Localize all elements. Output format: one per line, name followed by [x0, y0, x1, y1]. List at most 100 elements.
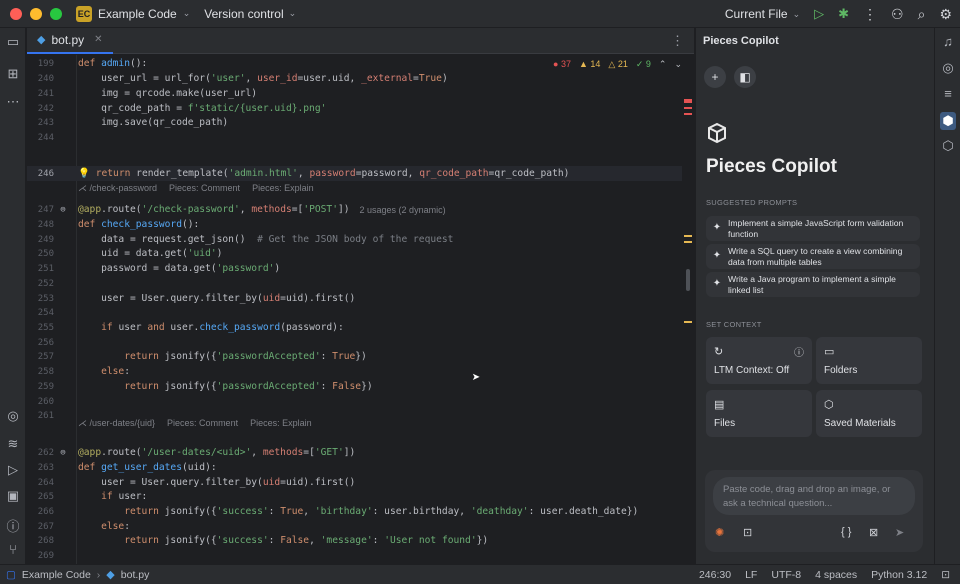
code-line[interactable]: 259 return jsonify({'passwordAccepted': … [27, 379, 682, 394]
code-line[interactable]: 244 [27, 130, 682, 145]
code-line[interactable]: 268 return jsonify({'success': False, 'm… [27, 533, 682, 548]
warning-mark[interactable] [684, 321, 692, 323]
route-hint[interactable]: ⋌ /user-dates/{uid} [78, 418, 155, 429]
code-line[interactable]: 253 user = User.query.filter_by(uid=uid)… [27, 291, 682, 306]
code-line[interactable]: 266 return jsonify({'success': True, 'bi… [27, 504, 682, 519]
vertical-scrollbar[interactable] [686, 269, 690, 291]
debug-icon[interactable]: ✱ [838, 6, 849, 22]
context-icon[interactable]: ⊡ [743, 526, 752, 539]
more-actions-icon[interactable]: ⋮ [863, 6, 877, 23]
image-text-icon[interactable]: ⊠ [869, 526, 878, 539]
terminal-icon[interactable]: ▣ [5, 488, 21, 504]
code-line[interactable]: 255 if user and user.check_password(pass… [27, 320, 682, 335]
code-line[interactable]: 247 ⊜ @app.route('/check-password', method… [27, 202, 682, 217]
warning-mark[interactable] [684, 235, 692, 237]
code-line[interactable]: 256 [27, 335, 682, 350]
info-icon[interactable]: ⓘ [794, 344, 804, 359]
add-user-icon[interactable]: ⚇ [891, 6, 904, 23]
code-line[interactable]: 267 else: [27, 519, 682, 534]
code-line[interactable]: 269 [27, 548, 682, 563]
project-selector[interactable]: EC Example Code ⌄ [76, 5, 190, 22]
notifications-bell-icon[interactable]: ♫ [940, 34, 956, 49]
project-folder-icon[interactable]: ▭ [5, 34, 21, 50]
zoom-window-button[interactable] [50, 7, 62, 20]
code-line[interactable]: 260 [27, 394, 682, 409]
search-icon[interactable]: ⌕ [918, 6, 926, 23]
code-line[interactable]: 246 💡 return render_template('admin.html'… [27, 166, 682, 181]
chevron-up-icon[interactable]: ⌃ [659, 59, 667, 70]
code-braces-icon[interactable]: { } [841, 526, 851, 538]
breadcrumb-project[interactable]: Example Code [22, 569, 91, 581]
more-tools-icon[interactable]: ⋯ [5, 94, 21, 110]
caret-position[interactable]: 246:30 [699, 569, 731, 581]
pieces-explain-action[interactable]: Pieces: Explain [252, 183, 314, 193]
close-tab-icon[interactable]: ✕ [94, 34, 102, 45]
suggested-prompt[interactable]: ✦ Implement a simple JavaScript form val… [706, 216, 920, 241]
code-line[interactable]: 248 def check_password(): [27, 217, 682, 232]
new-chat-plus-icon[interactable]: + [704, 66, 726, 88]
code-line[interactable]: 242 qr_code_path = f'static/{user.uid}.p… [27, 101, 682, 116]
saved-materials-context-card[interactable]: ⬡ Saved Materials [816, 390, 922, 437]
editor-tab[interactable]: ◆ bot.py ✕ [27, 28, 113, 54]
database-icon[interactable]: ≡ [940, 86, 956, 101]
lock-icon[interactable]: ⊡ [941, 569, 950, 581]
layers-icon[interactable]: ≋ [5, 436, 21, 452]
pieces-explain-action[interactable]: Pieces: Explain [250, 418, 312, 428]
minimize-window-button[interactable] [30, 7, 42, 20]
error-mark[interactable] [684, 107, 692, 109]
file-encoding[interactable]: UTF-8 [771, 569, 801, 581]
suggested-prompt[interactable]: ✦ Write a SQL query to create a view com… [706, 244, 920, 269]
code-line[interactable]: 263 def get_user_dates(uid): [27, 460, 682, 475]
breadcrumb-file[interactable]: bot.py [121, 569, 150, 581]
suggested-prompt[interactable]: ✦ Write a Java program to implement a si… [706, 272, 920, 297]
code-line[interactable]: 249 data = request.get_json() # Get the … [27, 232, 682, 247]
files-context-card[interactable]: ▤ Files [706, 390, 812, 437]
git-icon[interactable]: ⑂ [5, 542, 21, 557]
usages-hint[interactable]: 2 usages (2 dynamic) [350, 205, 446, 215]
chat-input[interactable]: Paste code, drag and drop an image, or a… [713, 477, 915, 515]
code-line[interactable]: 251 password = data.get('password') [27, 261, 682, 276]
code-line[interactable]: 250 uid = data.get('uid') [27, 246, 682, 261]
error-mark[interactable] [684, 113, 692, 115]
tab-options-icon[interactable]: ⋮ [671, 33, 684, 49]
chevron-down-icon[interactable]: ⌄ [674, 59, 682, 70]
settings-gear-icon[interactable]: ⚙ [939, 6, 952, 23]
code-line[interactable]: 240 user_url = url_for('user', user_id=u… [27, 71, 682, 86]
code-line[interactable]: 265 if user: [27, 489, 682, 504]
python-interpreter[interactable]: Python 3.12 [871, 569, 927, 581]
pieces-comment-action[interactable]: Pieces: Comment [169, 183, 240, 193]
error-mark[interactable] [684, 99, 692, 103]
toggle-sidebar-icon[interactable]: ◧ [734, 66, 756, 88]
code-line[interactable]: 264 user = User.query.filter_by(uid=uid)… [27, 475, 682, 490]
python-packages-icon[interactable]: ◎ [5, 408, 21, 424]
folders-context-card[interactable]: ▭ Folders [816, 337, 922, 384]
code-line[interactable]: 257 return jsonify({'passwordAccepted': … [27, 349, 682, 364]
structure-icon[interactable]: ⊞ [5, 66, 21, 82]
code-line[interactable]: 252 [27, 276, 682, 291]
model-selector-icon[interactable]: ✺ [715, 526, 724, 539]
warning-mark[interactable] [684, 241, 692, 243]
indent-setting[interactable]: 4 spaces [815, 569, 857, 581]
services-icon[interactable]: ▷ [5, 462, 21, 478]
line-separator[interactable]: LF [745, 569, 757, 581]
send-icon[interactable]: ➤ [895, 526, 904, 539]
code-editor[interactable]: 199 def admin(): 240 user_url = url_for('u… [27, 55, 694, 584]
vcs-selector[interactable]: Version control ⌄ [204, 7, 296, 21]
pieces-drive-icon[interactable]: ⬡ [940, 138, 956, 154]
ltm-context-card[interactable]: ↻ ⓘ LTM Context: Off [706, 337, 812, 384]
code-line[interactable]: 243 img.save(qr_code_path) [27, 115, 682, 130]
run-config-selector[interactable]: Current File ⌄ [725, 7, 800, 21]
code-line[interactable]: 254 [27, 305, 682, 320]
run-icon[interactable]: ▷ [814, 6, 824, 22]
code-line[interactable]: 258 else: [27, 364, 682, 379]
pieces-comment-action[interactable]: Pieces: Comment [167, 418, 238, 428]
ai-assistant-icon[interactable]: ◎ [940, 60, 956, 76]
route-hint[interactable]: ⋌ /check-password [78, 183, 157, 194]
code-line[interactable]: 262 ⊜ @app.route('/user-dates/<uid>', meth… [27, 445, 682, 460]
close-window-button[interactable] [10, 7, 22, 20]
code-line[interactable]: 241 img = qrcode.make(user_url) [27, 86, 682, 101]
inspection-widget[interactable]: ● 37 ▲ 14 △ 21 ✓ 9 ⌃ ⌄ [549, 57, 686, 72]
lightbulb-icon[interactable]: 💡 [78, 168, 96, 179]
problems-icon[interactable]: ⓘ [5, 516, 21, 535]
pieces-copilot-icon[interactable]: ⬢ [940, 112, 956, 130]
